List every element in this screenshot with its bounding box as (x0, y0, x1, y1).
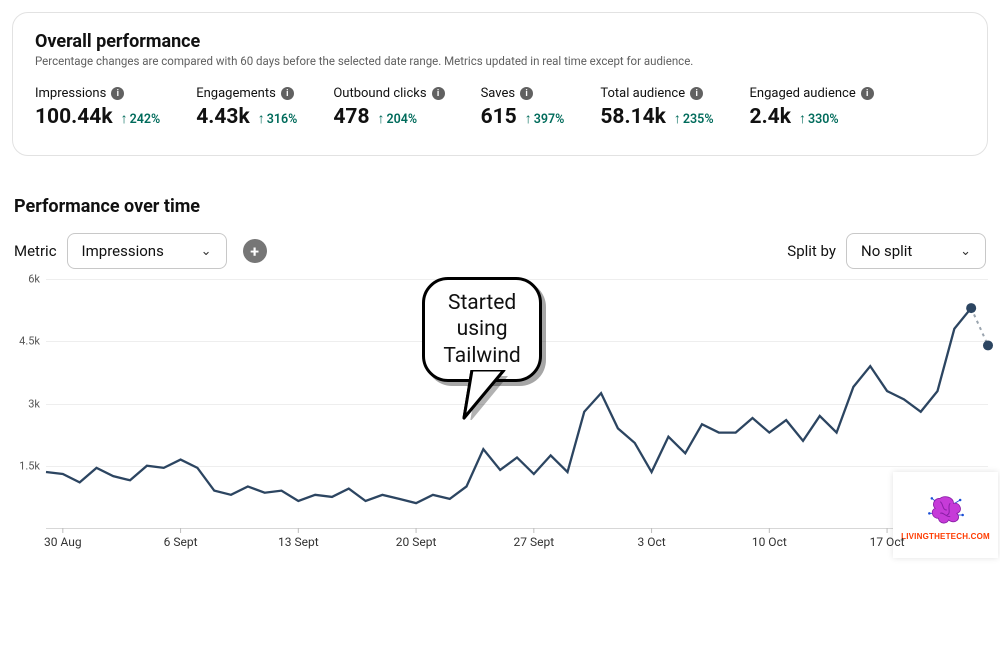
metric-select[interactable]: Impressions ⌄ (67, 233, 227, 269)
arrow-up-icon: ↑ (258, 112, 265, 126)
x-tick-label: 20 Sept (396, 535, 437, 549)
split-select-value: No split (861, 242, 912, 260)
y-tick-label: 4.5k (19, 335, 40, 348)
metric-label: Engaged audience (750, 86, 856, 101)
annotation-tail (462, 370, 522, 420)
card-subtitle: Percentage changes are compared with 60 … (35, 54, 965, 68)
info-icon[interactable]: i (690, 87, 703, 100)
brain-icon (925, 490, 967, 530)
x-tick-label: 17 Oct (870, 535, 905, 549)
chart-area: 1.5k3k4.5k6k Started using Tailwind (12, 279, 988, 557)
x-tick-label: 30 Aug (44, 535, 82, 549)
metric-value: 100.44k (35, 105, 113, 129)
metrics-row: Impressions i 100.44k ↑ 242% Engagements… (35, 86, 965, 129)
x-tick-label: 6 Sept (164, 535, 198, 549)
metric-select-label: Metric (14, 242, 57, 260)
metric-change: ↑ 316% (258, 112, 298, 127)
metric-label: Outbound clicks (333, 86, 426, 101)
metric-change: ↑ 204% (378, 112, 418, 127)
metric-change: ↑ 235% (674, 112, 714, 127)
metric-label: Saves (481, 86, 516, 101)
x-axis-ticks: 30 Aug 6 Sept 13 Sept 20 Sept 27 Sept 3 Oct 10… (46, 535, 988, 557)
arrow-up-icon: ↑ (378, 112, 385, 126)
y-axis-ticks: 1.5k3k4.5k6k (12, 279, 42, 528)
data-point-marker (983, 340, 993, 350)
chevron-down-icon: ⌄ (960, 244, 971, 259)
annotation-callout: Started using Tailwind (422, 277, 541, 382)
metric-card[interactable]: Saves i 615 ↑ 397% (481, 86, 565, 129)
annotation-bubble: Started using Tailwind (422, 277, 541, 382)
metric-label: Engagements (196, 86, 276, 101)
metric-value: 478 (333, 105, 369, 129)
info-icon[interactable]: i (432, 87, 445, 100)
metric-card[interactable]: Engagements i 4.43k ↑ 316% (196, 86, 297, 129)
arrow-up-icon: ↑ (525, 112, 532, 126)
metric-change: ↑ 330% (799, 112, 839, 127)
x-tick-label: 27 Sept (514, 535, 555, 549)
info-icon[interactable]: i (520, 87, 533, 100)
y-tick-label: 6k (28, 273, 40, 286)
metric-card[interactable]: Engaged audience i 2.4k ↑ 330% (750, 86, 874, 129)
arrow-up-icon: ↑ (799, 112, 806, 126)
metric-change: ↑ 242% (121, 112, 161, 127)
y-tick-label: 1.5k (19, 459, 40, 472)
data-point-marker (966, 303, 976, 313)
overall-performance-card: Overall performance Percentage changes a… (12, 12, 988, 156)
x-tick-label: 10 Oct (752, 535, 787, 549)
metric-label: Total audience (600, 86, 685, 101)
chart-controls: Metric Impressions ⌄ + Split by No split… (12, 233, 988, 269)
add-metric-button[interactable]: + (243, 239, 267, 263)
split-select[interactable]: No split ⌄ (846, 233, 986, 269)
metric-value: 4.43k (196, 105, 249, 129)
plot: 1.5k3k4.5k6k Started using Tailwind (46, 279, 988, 529)
chevron-down-icon: ⌄ (201, 244, 212, 259)
metric-card[interactable]: Outbound clicks i 478 ↑ 204% (333, 86, 444, 129)
series-line-projected (971, 308, 988, 345)
metric-card[interactable]: Impressions i 100.44k ↑ 242% (35, 86, 160, 129)
y-tick-label: 3k (28, 397, 40, 410)
x-tick-label: 13 Sept (278, 535, 319, 549)
metric-value: 58.14k (600, 105, 666, 129)
arrow-up-icon: ↑ (674, 112, 681, 126)
chart-section-title: Performance over time (14, 196, 988, 217)
info-icon[interactable]: i (281, 87, 294, 100)
x-tick-label: 3 Oct (637, 535, 665, 549)
metric-value: 2.4k (750, 105, 791, 129)
metric-select-value: Impressions (82, 242, 164, 260)
split-select-label: Split by (787, 242, 836, 260)
arrow-up-icon: ↑ (121, 112, 128, 126)
metric-card[interactable]: Total audience i 58.14k ↑ 235% (600, 86, 713, 129)
metric-label: Impressions (35, 86, 106, 101)
info-icon[interactable]: i (861, 87, 874, 100)
metric-change: ↑ 397% (525, 112, 565, 127)
info-icon[interactable]: i (111, 87, 124, 100)
metric-value: 615 (481, 105, 517, 129)
card-title: Overall performance (35, 31, 965, 52)
